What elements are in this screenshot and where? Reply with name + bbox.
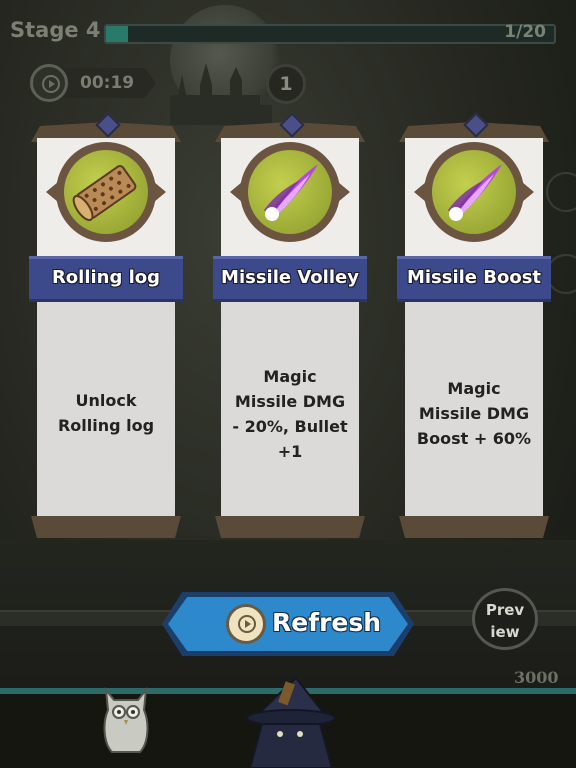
- side-item: [546, 172, 576, 212]
- preview-button[interactable]: Prev iew: [472, 588, 538, 650]
- missile-graphic: [264, 164, 318, 221]
- card-bottom-cap: [215, 516, 365, 538]
- magic-missile-icon: [414, 142, 534, 242]
- card-title-ribbon: Rolling log: [29, 256, 183, 302]
- wizard-character: [246, 676, 336, 768]
- wave-progress-bar: 1/20: [104, 22, 556, 44]
- card-title-ribbon: Missile Volley: [213, 256, 367, 302]
- wave-progress-fill: [106, 26, 129, 42]
- upgrade-card-missile-boost[interactable]: Missile Boost Magic Missile DMG Boost + …: [397, 112, 551, 542]
- log-graphic: [72, 165, 137, 222]
- top-bar: Stage 4 1/20: [0, 12, 576, 52]
- card-description-text: Magic Missile DMG - 20%, Bullet +1: [232, 367, 348, 461]
- card-bottom-cap: [399, 516, 549, 538]
- card-bottom-cap: [31, 516, 181, 538]
- rolling-log-icon: [46, 142, 166, 242]
- play-icon: [238, 615, 256, 633]
- owl-character: [103, 686, 149, 753]
- stage-label: Stage 4: [10, 18, 101, 42]
- upgrade-card-missile-volley[interactable]: Missile Volley Magic Missile DMG - 20%, …: [213, 112, 367, 542]
- play-icon: [42, 75, 60, 93]
- refresh-label: Refresh: [272, 608, 382, 637]
- card-description-text: Unlock Rolling log: [57, 391, 155, 435]
- play-speed-button[interactable]: [30, 64, 68, 102]
- card-description: Magic Missile DMG Boost + 60%: [411, 376, 537, 451]
- count-badge: 1: [266, 64, 306, 104]
- score: 3000: [514, 668, 559, 687]
- refresh-ad-icon: [226, 604, 266, 644]
- wave-progress-text: 1/20: [504, 22, 546, 42]
- card-title: Missile Volley: [221, 267, 359, 288]
- card-description: Magic Missile DMG - 20%, Bullet +1: [227, 364, 353, 464]
- card-title: Rolling log: [51, 267, 161, 288]
- refresh-button[interactable]: Refresh: [162, 592, 414, 656]
- card-title-ribbon: Missile Boost: [397, 256, 551, 302]
- card-title: Missile Boost: [406, 267, 542, 288]
- timer: 00:19: [30, 64, 160, 102]
- card-description-text: Magic Missile DMG Boost + 60%: [416, 379, 532, 448]
- preview-label: Prev iew: [485, 601, 525, 641]
- timer-text: 00:19: [80, 73, 135, 93]
- card-description: Unlock Rolling log: [43, 388, 169, 438]
- castle-silhouette: [170, 63, 272, 125]
- upgrade-card-rolling-log[interactable]: Rolling log Unlock Rolling log: [29, 112, 183, 542]
- missile-graphic: [448, 164, 502, 221]
- magic-missile-icon: [230, 142, 350, 242]
